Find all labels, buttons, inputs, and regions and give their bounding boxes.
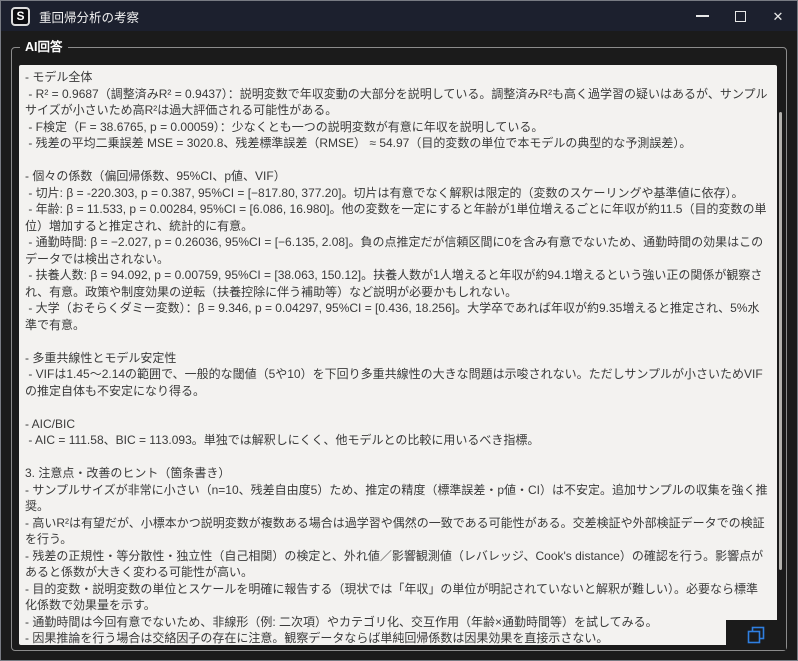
answer-line: - AIC/BIC: [25, 416, 76, 431]
answer-line: - F検定（F = 38.6765, p = 0.00059）：少なくとも一つの…: [25, 119, 544, 134]
copy-button-container: [726, 620, 786, 650]
answer-line: - 切片: β = -220.303, p = 0.387, 95%CI = […: [25, 185, 744, 200]
scrollbar-thumb[interactable]: [779, 112, 782, 570]
maximize-button[interactable]: [721, 1, 759, 31]
answer-line: - AIC = 111.58、BIC = 113.093。単独では解釈しにくく、…: [25, 433, 540, 447]
answer-line: [25, 152, 769, 169]
answer-line: - 大学（おそらくダミー変数）：β = 9.346, p = 0.04297, …: [25, 301, 760, 332]
answer-line: - 扶養人数: β = 94.092, p = 0.00759, 95%CI =…: [25, 268, 763, 299]
close-button[interactable]: ✕: [759, 1, 797, 31]
answer-line: [25, 449, 769, 466]
answer-line: - 多重共線性とモデル安定性: [25, 350, 177, 365]
ai-answer-text-area[interactable]: - モデル全体 - R² = 0.9687（調整済みR² = 0.9437）：説…: [19, 65, 777, 645]
answer-line: - 通勤時間: β = −2.027, p = 0.26036, 95%CI =…: [25, 235, 764, 266]
copy-icon: [747, 626, 765, 644]
answer-line: - 因果推論を行う場合は交絡因子の存在に注意。観察データならば単純回帰係数は因果…: [25, 631, 609, 645]
answer-line: - 残差の正規性・等分散性・独立性（自己相関）の検定と、外れ値／影響観測値（レバ…: [25, 548, 764, 580]
copy-button[interactable]: [744, 623, 768, 647]
app-window: S 重回帰分析の考察 ✕ AI回答 - モデル全体 - R² = 0.9687（…: [0, 0, 798, 661]
answer-line: - 高いR²は有望だが、小標本かつ説明変数が複数ある場合は過学習や偶然の一致であ…: [25, 515, 765, 547]
answer-line: - 個々の係数（偏回帰係数、95%CI、p値、VIF）: [25, 169, 286, 183]
window-controls: ✕: [683, 1, 797, 31]
answer-line: - 目的変数・説明変数の単位とスケールを明確に報告する（現状では「年収」の単位が…: [25, 581, 758, 613]
panel-legend: AI回答: [20, 40, 68, 55]
close-icon: ✕: [772, 8, 784, 24]
maximize-icon: [734, 10, 746, 22]
answer-line: - R² = 0.9687（調整済みR² = 0.9437）：説明変数で年収変動…: [25, 86, 768, 118]
titlebar: S 重回帰分析の考察 ✕: [1, 1, 797, 31]
window-title: 重回帰分析の考察: [39, 10, 140, 25]
answer-line: - モデル全体: [25, 70, 93, 84]
app-icon: S: [11, 6, 30, 26]
minimize-button[interactable]: [683, 1, 721, 31]
answer-line: 3. 注意点・改善のヒント（箇条書き）: [25, 466, 231, 480]
answer-line: [25, 333, 769, 350]
answer-line: - 残差の平均二乗誤差 MSE = 3020.8、残差標準誤差（RMSE） ≈ …: [25, 136, 692, 150]
answer-line: [25, 399, 769, 416]
minimize-icon: [695, 15, 709, 17]
answer-line: - 通勤時間は今回有意でないため、非線形（例: 二次項）やカテゴリ化、交互作用（…: [25, 614, 658, 629]
ai-answer-panel: AI回答 - モデル全体 - R² = 0.9687（調整済みR² = 0.94…: [11, 40, 787, 651]
answer-line: - VIFは1.45～2.14の範囲で、一般的な閾値（5や10）を下回り多重共線…: [25, 367, 763, 398]
answer-line: - 年齢: β = 11.533, p = 0.00284, 95%CI = […: [25, 202, 767, 233]
answer-line: - サンプルサイズが非常に小さい（n=10、残差自由度5）ため、推定の精度（標準…: [25, 482, 768, 514]
